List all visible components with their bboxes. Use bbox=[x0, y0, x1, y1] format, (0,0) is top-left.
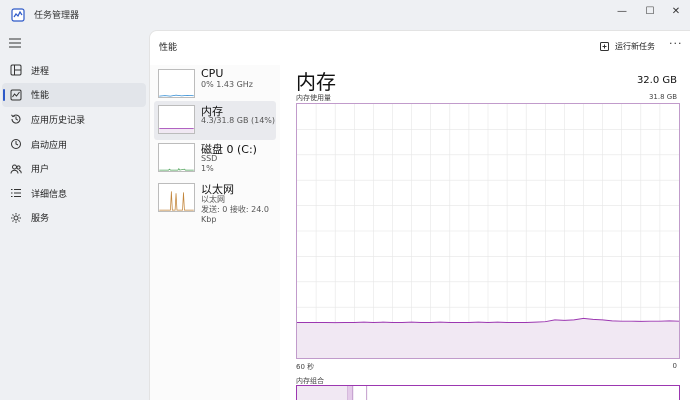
sidebar-item-label: 用户 bbox=[31, 165, 50, 176]
maximize-icon: ☐ bbox=[645, 5, 655, 17]
resource-list: CPU 0% 1.43 GHz 内存 4.3/31.8 GB (14%) 磁盘 … bbox=[150, 65, 280, 400]
sidebar-item-performance[interactable]: 性能 bbox=[2, 82, 146, 108]
close-button[interactable]: ✕ bbox=[662, 0, 690, 22]
startup-icon bbox=[11, 139, 21, 150]
sidebar-item-users[interactable]: 用户 bbox=[2, 156, 146, 181]
resource-detail: 4.3/31.8 GB (14%) bbox=[201, 116, 276, 125]
memory-title: 内存 bbox=[296, 70, 336, 94]
maximize-button[interactable]: ☐ bbox=[636, 0, 664, 22]
memory-usage-area bbox=[297, 318, 679, 358]
sidebar-item-label: 性能 bbox=[31, 91, 50, 102]
memory-usage-label: 内存使用量 bbox=[296, 94, 331, 102]
sidebar-item-label: 应用历史记录 bbox=[31, 115, 86, 126]
sidebar-item-label: 进程 bbox=[31, 66, 50, 77]
memory-thumbnail-chart bbox=[158, 105, 195, 134]
processes-icon bbox=[10, 64, 22, 76]
time-axis-start: 60 秒 bbox=[296, 363, 315, 371]
resource-detail: 0% 1.43 GHz bbox=[201, 80, 254, 89]
memory-detail-panel: 内存 32.0 GB 内存使用量 31.8 GB 60 秒 0 内存组合 bbox=[296, 65, 680, 400]
memory-total: 32.0 GB bbox=[636, 75, 677, 86]
task-manager-icon bbox=[11, 8, 25, 22]
resource-detail: 1% bbox=[201, 164, 214, 173]
details-icon bbox=[11, 189, 21, 198]
resource-detail: 发送: 0 接收: 24.0 Kbp bbox=[201, 205, 269, 224]
window-title: 任务管理器 bbox=[34, 11, 80, 21]
menu-icon[interactable] bbox=[9, 38, 21, 48]
graph-grid bbox=[297, 104, 679, 358]
ethernet-thumbnail-chart bbox=[158, 183, 195, 212]
memory-composition-bar bbox=[296, 385, 680, 400]
users-icon bbox=[10, 164, 22, 174]
composition-modified bbox=[347, 386, 353, 400]
resource-item-memory[interactable]: 内存 4.3/31.8 GB (14%) bbox=[154, 101, 276, 140]
main-panel: 性能 运行新任务 ··· CPU 0% 1.43 GHz 内存 4.3/31.8… bbox=[149, 30, 690, 400]
performance-icon bbox=[10, 89, 22, 101]
minimize-button[interactable]: — bbox=[608, 0, 636, 22]
sidebar-item-label: 详细信息 bbox=[31, 189, 68, 200]
page-title: 性能 bbox=[159, 43, 178, 53]
cpu-thumbnail-chart bbox=[158, 69, 195, 98]
time-axis-end: 0 bbox=[672, 362, 677, 370]
services-icon bbox=[11, 212, 21, 223]
app-history-icon bbox=[11, 114, 21, 125]
sidebar-item-label: 启动应用 bbox=[31, 140, 68, 151]
more-options-button[interactable]: ··· bbox=[669, 37, 683, 50]
sidebar-item-services[interactable]: 服务 bbox=[2, 206, 146, 231]
run-task-label: 运行新任务 bbox=[615, 41, 655, 51]
close-icon: ✕ bbox=[671, 5, 681, 17]
minimize-icon: — bbox=[617, 5, 627, 17]
resource-item-cpu[interactable]: CPU 0% 1.43 GHz bbox=[154, 65, 276, 104]
resource-item-disk[interactable]: 磁盘 0 (C:) SSD 1% bbox=[154, 139, 276, 178]
sidebar-item-processes[interactable]: 进程 bbox=[2, 58, 146, 83]
resource-detail: SSD bbox=[201, 154, 218, 163]
memory-usage-graph bbox=[296, 103, 680, 359]
sidebar-item-app-history[interactable]: 应用历史记录 bbox=[2, 107, 146, 132]
sidebar-item-details[interactable]: 详细信息 bbox=[2, 181, 146, 206]
memory-max-label: 31.8 GB bbox=[648, 93, 677, 101]
main-header: 性能 运行新任务 ··· bbox=[150, 31, 690, 61]
run-task-icon bbox=[600, 42, 609, 51]
sidebar-nav: 进程 性能 应用历史记录 启动应用 用户 详细信息 服务 bbox=[0, 58, 148, 230]
run-new-task-button[interactable]: 运行新任务 bbox=[600, 38, 655, 54]
resource-name: CPU bbox=[201, 67, 224, 80]
title-bar: 任务管理器 — ☐ ✕ bbox=[0, 0, 690, 30]
sidebar-item-startup[interactable]: 启动应用 bbox=[2, 132, 146, 157]
composition-in-use bbox=[297, 386, 348, 400]
resource-item-ethernet[interactable]: 以太网 以太网 发送: 0 接收: 24.0 Kbp bbox=[154, 179, 276, 224]
disk-thumbnail-chart bbox=[158, 143, 195, 172]
sidebar-item-label: 服务 bbox=[31, 214, 50, 225]
